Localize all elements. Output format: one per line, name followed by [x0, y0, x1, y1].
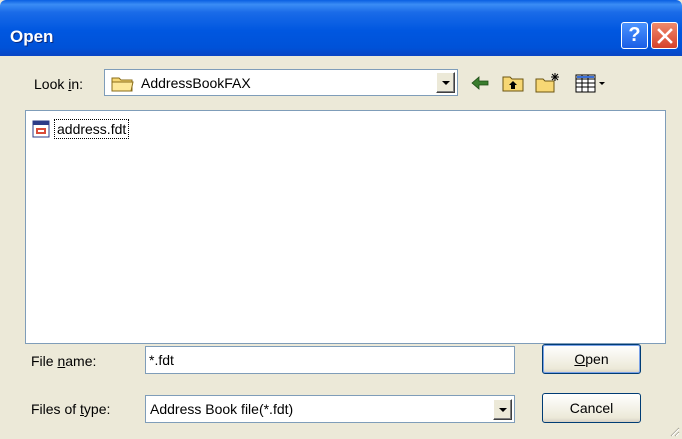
resize-grip-icon[interactable] [668, 425, 680, 437]
file-name-input[interactable] [145, 346, 515, 374]
file-name: address.fdt [54, 119, 130, 139]
file-type-dropdown-button[interactable] [493, 399, 512, 420]
file-name-label: File name: [31, 353, 97, 369]
file-type-value: Address Book file(*.fdt) [150, 401, 294, 417]
file-type-label: Files of type: [31, 401, 111, 417]
cancel-button[interactable]: Cancel [542, 393, 641, 423]
close-icon [657, 28, 673, 44]
back-arrow-icon[interactable] [470, 72, 490, 94]
look-in-dropdown-button[interactable] [436, 72, 455, 93]
help-icon: ? [628, 24, 641, 46]
file-list[interactable]: address.fdt [25, 110, 666, 344]
look-in-value: AddressBookFAX [141, 75, 251, 91]
file-type-dropdown[interactable]: Address Book file(*.fdt) [145, 395, 515, 423]
chevron-down-icon [499, 408, 507, 412]
title-bar[interactable]: Open ? [0, 0, 682, 56]
close-button[interactable] [651, 22, 678, 49]
new-folder-icon[interactable] [535, 72, 561, 94]
look-in-label: Look in: [34, 76, 84, 92]
up-folder-icon[interactable] [502, 72, 524, 94]
fdt-file-icon [32, 120, 50, 138]
help-button[interactable]: ? [621, 22, 648, 49]
chevron-down-icon [442, 81, 450, 85]
window-title: Open [10, 27, 54, 46]
folder-icon [111, 77, 134, 92]
open-button[interactable]: Open [542, 344, 641, 374]
look-in-dropdown[interactable]: AddressBookFAX [104, 69, 458, 96]
views-menu-icon[interactable] [575, 72, 609, 94]
